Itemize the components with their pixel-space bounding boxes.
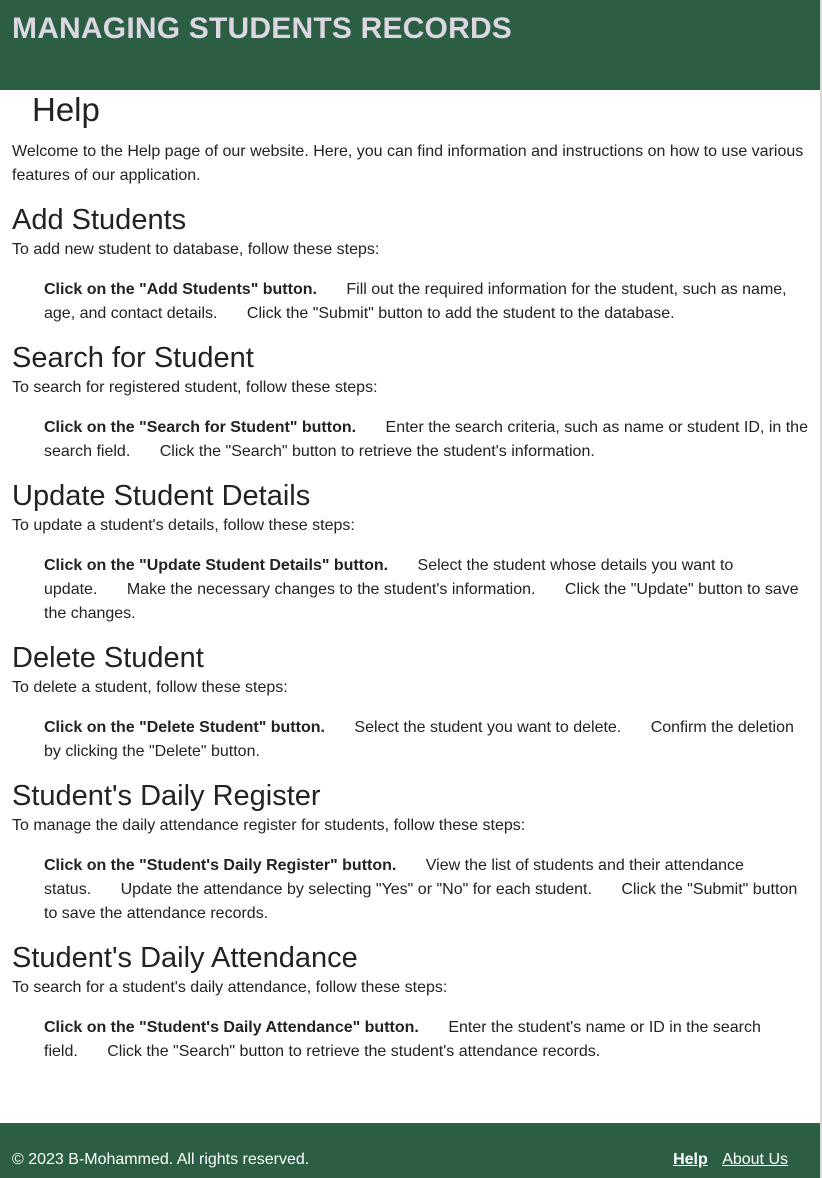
- step-item: Click on the "Add Students" button.: [44, 281, 317, 298]
- section-add-students: Add Students To add new student to datab…: [12, 202, 808, 326]
- section-search-student: Search for Student To search for registe…: [12, 340, 808, 464]
- step-item: Click on the "Search for Student" button…: [44, 419, 357, 436]
- page-title: Help: [32, 91, 100, 128]
- step-item: Click on the "Update Student Details" bu…: [44, 557, 389, 574]
- step-item: Update the attendance by selecting "Yes"…: [120, 881, 592, 898]
- section-title: Delete Student: [12, 642, 204, 674]
- steps-list: Click on the "Search for Student" button…: [44, 416, 808, 464]
- step-item: Click on the "Student's Daily Register" …: [44, 857, 397, 874]
- step-item: Click on the "Student's Daily Attendance…: [44, 1019, 419, 1036]
- step-item: Make the necessary changes to the studen…: [126, 581, 536, 598]
- footer-link-about-us[interactable]: About Us: [722, 1151, 788, 1168]
- step-item: Select the student you want to delete.: [354, 719, 622, 736]
- steps-list: Click on the "Delete Student" button. Se…: [44, 716, 808, 764]
- section-description: To search for registered student, follow…: [12, 379, 378, 396]
- intro-text: Welcome to the Help page of our website.…: [12, 143, 804, 184]
- step-item: Click on the "Delete Student" button.: [44, 719, 325, 736]
- section-update-student-details: Update Student Details To update a stude…: [12, 478, 808, 626]
- section-title: Search for Student: [12, 342, 254, 374]
- section-description: To update a student's details, follow th…: [12, 517, 355, 534]
- section-delete-student: Delete Student To delete a student, foll…: [12, 640, 808, 764]
- section-description: To add new student to database, follow t…: [12, 241, 380, 258]
- section-title: Student's Daily Attendance: [12, 942, 358, 974]
- section-daily-register: Student's Daily Register To manage the d…: [12, 778, 808, 926]
- site-header: MANAGING STUDENTS RECORDS: [0, 0, 820, 90]
- page: MANAGING STUDENTS RECORDS Help Welcome t…: [0, 0, 822, 1178]
- site-footer: © 2023 B-Mohammed. All rights reserved. …: [0, 1123, 820, 1178]
- steps-list: Click on the "Student's Daily Register" …: [44, 854, 808, 926]
- section-daily-attendance: Student's Daily Attendance To search for…: [12, 940, 808, 1064]
- steps-list: Click on the "Update Student Details" bu…: [44, 554, 808, 626]
- section-title: Student's Daily Register: [12, 780, 321, 812]
- help-content: Help Welcome to the Help page of our web…: [12, 90, 808, 1064]
- footer-link-help[interactable]: Help: [673, 1151, 708, 1168]
- copyright-text: © 2023 B-Mohammed. All rights reserved.: [12, 1151, 310, 1168]
- step-item: Click the "Search" button to retrieve th…: [159, 443, 595, 460]
- site-title: MANAGING STUDENTS RECORDS: [12, 12, 513, 45]
- section-title: Add Students: [12, 204, 187, 236]
- steps-list: Click on the "Student's Daily Attendance…: [44, 1016, 808, 1064]
- steps-list: Click on the "Add Students" button. Fill…: [44, 278, 808, 326]
- step-item: Click the "Submit" button to add the stu…: [246, 305, 675, 322]
- step-item: Click the "Search" button to retrieve th…: [107, 1043, 601, 1060]
- footer-nav: Help About Us: [663, 1151, 788, 1169]
- section-description: To search for a student's daily attendan…: [12, 979, 448, 996]
- section-description: To manage the daily attendance register …: [12, 817, 526, 834]
- section-title: Update Student Details: [12, 480, 311, 512]
- section-description: To delete a student, follow these steps:: [12, 679, 288, 696]
